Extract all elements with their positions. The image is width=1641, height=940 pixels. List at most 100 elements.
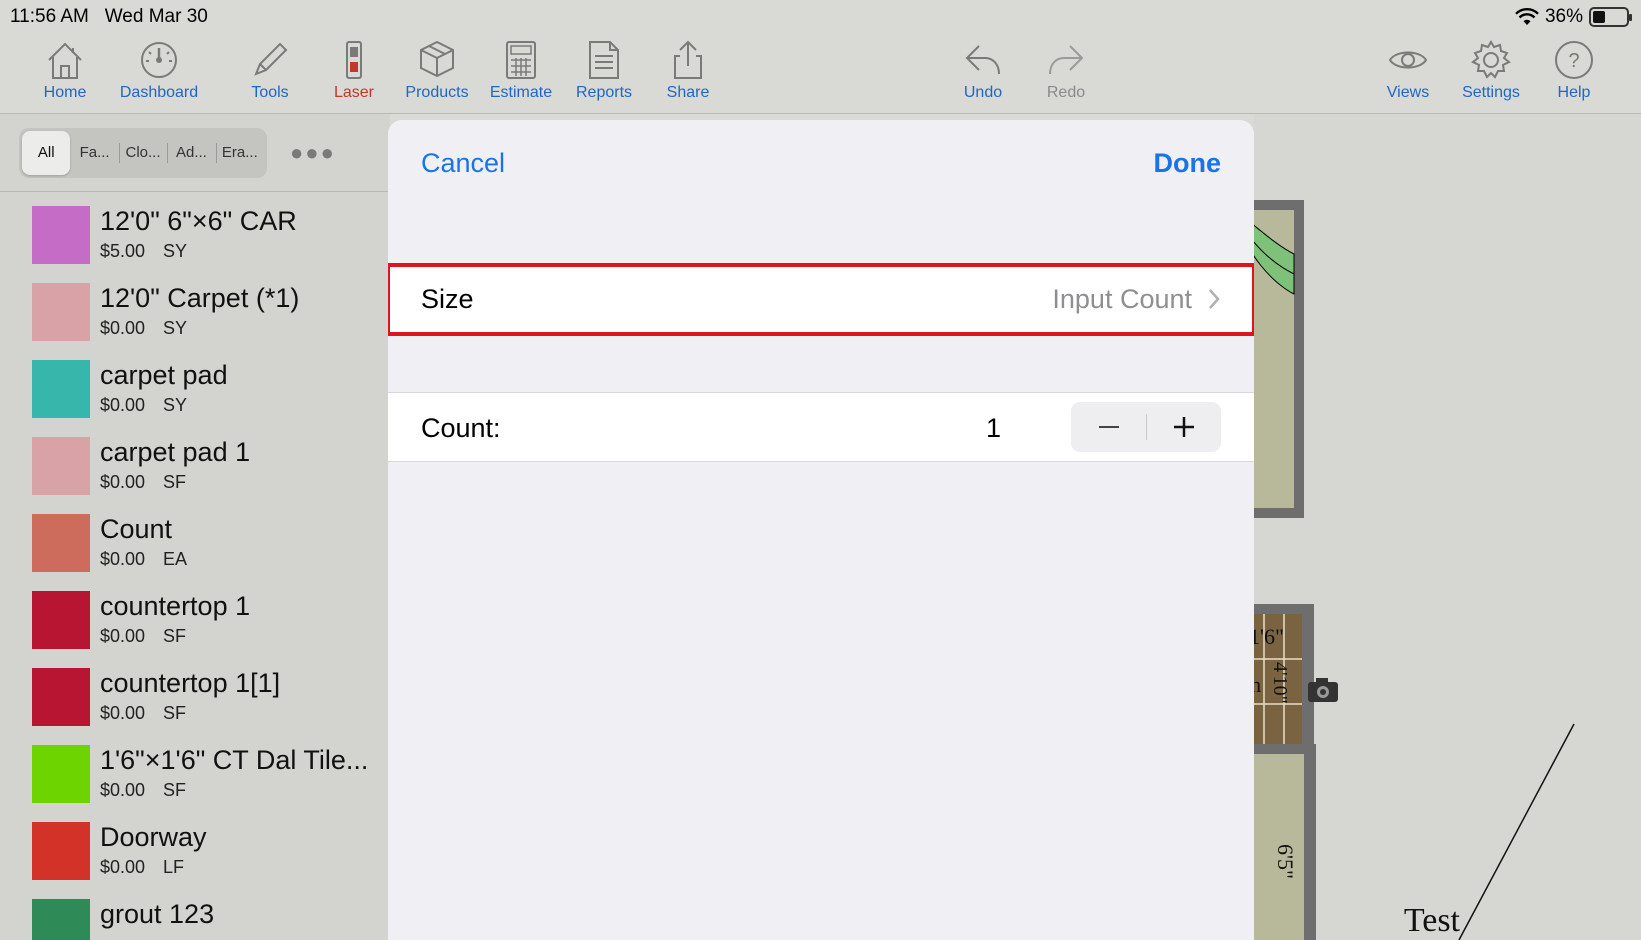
- settings-button[interactable]: Settings: [1446, 38, 1536, 102]
- views-button[interactable]: Views: [1363, 38, 1453, 102]
- laser-button[interactable]: Laser: [309, 38, 399, 102]
- reports-label: Reports: [575, 84, 633, 101]
- tools-label: Tools: [251, 84, 289, 101]
- product-name: grout 123: [100, 899, 215, 929]
- floor-plan-drawing: 1'6" 4'10" th 6'5" Test: [1254, 200, 1575, 940]
- dashboard-label: Dashboard: [119, 84, 199, 101]
- color-swatch: [32, 591, 90, 649]
- share-label: Share: [666, 84, 710, 101]
- estimate-label: Estimate: [489, 84, 553, 101]
- calculator-icon: [506, 41, 536, 79]
- eye-icon: [1388, 51, 1428, 69]
- status-time: 11:56 AM Wed Mar 30: [10, 6, 208, 27]
- product-price: $0.00: [100, 549, 146, 569]
- product-sidebar: All Fa... Clo... Ad... Era... ●●● 12'0" …: [0, 114, 390, 940]
- status-date: Wed Mar 30: [104, 6, 208, 27]
- home-button[interactable]: Home: [20, 38, 110, 102]
- laser-label: Laser: [333, 84, 375, 101]
- product-unit: SY: [163, 241, 188, 261]
- product-unit: SF: [163, 780, 187, 800]
- decrement-button[interactable]: [1071, 402, 1146, 452]
- product-unit: EA: [163, 549, 188, 569]
- increment-button[interactable]: [1146, 402, 1221, 452]
- color-swatch: [32, 899, 90, 940]
- product-list-item[interactable]: Count $0.00 EA: [0, 514, 390, 591]
- size-row-highlight: [388, 263, 1254, 336]
- main-toolbar: Home Dashboard Tools Laser Products Esti…: [0, 34, 1641, 114]
- product-name: countertop 1[1]: [100, 668, 281, 698]
- product-count-sheet: Cancel Done Size Input Count Count: 1: [388, 120, 1254, 940]
- product-unit: SF: [163, 703, 187, 723]
- home-label: Home: [43, 84, 87, 101]
- document-icon: [589, 41, 619, 79]
- product-details: $5.00 SY: [100, 241, 187, 262]
- filter-tab-clo[interactable]: Clo...: [118, 131, 167, 175]
- product-name: carpet pad: [100, 360, 228, 390]
- product-details: $0.00 SF: [100, 780, 186, 801]
- filter-tab-era[interactable]: Era...: [215, 131, 264, 175]
- product-list-item[interactable]: carpet pad 1 $0.00 SF: [0, 437, 390, 514]
- undo-icon: [965, 45, 1000, 75]
- sheet-header: Cancel Done: [388, 120, 1254, 200]
- undo-button[interactable]: Undo: [938, 38, 1028, 102]
- dashboard-icon: [141, 42, 177, 78]
- product-price: $0.00: [100, 857, 146, 877]
- product-list-item[interactable]: Doorway $0.00 LF: [0, 822, 390, 899]
- product-list-item[interactable]: grout 123: [0, 899, 390, 940]
- cancel-button[interactable]: Cancel: [421, 148, 505, 179]
- floor-plan-canvas[interactable]: 1'6" 4'10" th 6'5" Test: [1254, 114, 1641, 940]
- help-icon: ?: [1555, 41, 1593, 79]
- done-button[interactable]: Done: [1154, 148, 1222, 179]
- color-swatch: [32, 360, 90, 418]
- product-list-item[interactable]: carpet pad $0.00 SY: [0, 360, 390, 437]
- product-price: $0.00: [100, 703, 146, 723]
- wifi-icon: [1515, 8, 1539, 25]
- share-button[interactable]: Share: [643, 38, 733, 102]
- product-details: $0.00 EA: [100, 549, 187, 570]
- product-list-item[interactable]: countertop 1 $0.00 SF: [0, 591, 390, 668]
- help-button[interactable]: ? Help: [1529, 38, 1619, 102]
- dimension-label: 4'10": [1269, 662, 1291, 704]
- tools-button[interactable]: Tools: [225, 38, 315, 102]
- product-details: $0.00 LF: [100, 857, 184, 878]
- count-row: Count: 1: [388, 392, 1254, 462]
- product-price: $0.00: [100, 395, 146, 415]
- product-unit: SY: [163, 395, 188, 415]
- gear-icon: [1471, 40, 1511, 79]
- redo-label: Redo: [1046, 84, 1086, 101]
- share-icon: [674, 40, 702, 79]
- product-list-item[interactable]: 1'6"×1'6" CT Dal Tile... $0.00 SF: [0, 745, 390, 822]
- products-label: Products: [405, 84, 469, 101]
- minus-icon: [1098, 426, 1119, 428]
- more-options-icon[interactable]: ●●●: [290, 140, 336, 166]
- product-name: countertop 1: [100, 591, 251, 621]
- color-swatch: [32, 514, 90, 572]
- product-price: $0.00: [100, 318, 146, 338]
- dimension-label: 1'6": [1254, 624, 1284, 649]
- filter-tab-ad[interactable]: Ad...: [167, 131, 215, 175]
- products-box-icon: [420, 40, 454, 78]
- products-button[interactable]: Products: [392, 38, 482, 102]
- product-price: $0.00: [100, 780, 146, 800]
- plus-icon: [1173, 417, 1194, 437]
- product-list-item[interactable]: 12'0" 6"×6" CAR $5.00 SY: [0, 206, 390, 283]
- battery-icon: [1589, 7, 1632, 27]
- status-bar: 11:56 AM Wed Mar 30 36%: [0, 0, 1641, 34]
- filter-tab-all[interactable]: All: [22, 131, 71, 175]
- product-details: $0.00 SF: [100, 703, 186, 724]
- product-unit: SF: [163, 626, 187, 646]
- product-unit: SF: [163, 472, 187, 492]
- product-details: $0.00 SY: [100, 318, 187, 339]
- dashboard-button[interactable]: Dashboard: [114, 38, 204, 102]
- product-unit: LF: [163, 857, 185, 877]
- list-divider: [0, 191, 390, 192]
- product-list-item[interactable]: countertop 1[1] $0.00 SF: [0, 668, 390, 745]
- reports-button[interactable]: Reports: [559, 38, 649, 102]
- product-name: Doorway: [100, 822, 207, 852]
- product-details: $0.00 SF: [100, 472, 186, 493]
- views-label: Views: [1386, 84, 1430, 101]
- redo-button[interactable]: Redo: [1021, 38, 1111, 102]
- product-list-item[interactable]: 12'0" Carpet (*1) $0.00 SY: [0, 283, 390, 360]
- estimate-button[interactable]: Estimate: [476, 38, 566, 102]
- filter-tab-fa[interactable]: Fa...: [70, 131, 118, 175]
